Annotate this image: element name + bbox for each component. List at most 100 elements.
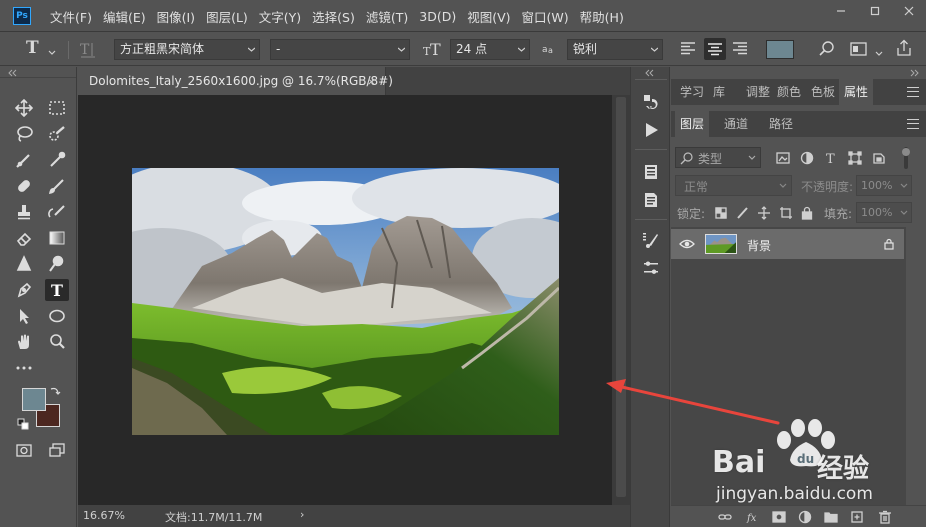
layer-style-fx-icon[interactable]: fx [745,509,761,525]
blend-mode-dropdown[interactable]: 正常 [675,175,792,196]
filter-smart-object-icon[interactable] [871,150,887,166]
panel-menu-icon[interactable] [907,119,919,129]
brush-settings-icon[interactable] [639,229,663,251]
brush-tool-icon[interactable] [45,175,69,197]
gradient-tool-icon[interactable] [45,227,69,249]
clone-stamp-tool-icon[interactable] [12,201,36,223]
lock-all-icon[interactable] [799,205,815,221]
close-icon[interactable] [892,0,926,22]
delete-layer-icon[interactable] [877,509,893,525]
filter-pixel-icon[interactable] [775,150,791,166]
share-icon[interactable] [895,39,913,57]
screen-mode-icon[interactable] [45,439,69,461]
move-tool-icon[interactable] [12,97,36,119]
character-panel-icon[interactable] [639,161,663,183]
eraser-tool-icon[interactable] [12,227,36,249]
filter-shape-icon[interactable] [847,150,863,166]
add-mask-icon[interactable] [771,509,787,525]
dodge-tool-icon[interactable] [45,253,69,275]
filter-toggle[interactable] [900,147,912,169]
tab-layers[interactable]: 图层 [675,111,710,137]
menu-type[interactable]: 文字(Y) [259,7,301,26]
properties-sliders-icon[interactable] [639,257,663,279]
path-selection-tool-icon[interactable] [12,305,36,327]
layer-row[interactable]: 背景 [671,229,904,259]
tab-channels[interactable]: 通道 [719,111,753,137]
tab-properties[interactable]: 属性 [839,79,874,105]
blur-tool-icon[interactable] [12,253,36,275]
tools-panel-header[interactable] [0,67,76,78]
quick-mask-icon[interactable] [12,439,36,461]
quick-selection-tool-icon[interactable] [45,123,69,145]
menu-window[interactable]: 窗口(W) [522,7,569,26]
pen-tool-icon[interactable] [12,279,36,301]
font-family-dropdown[interactable]: 方正粗黑宋简体 [114,39,260,60]
tab-paths[interactable]: 路径 [764,111,798,137]
opacity-input[interactable]: 100% [856,175,912,196]
align-center-icon[interactable] [704,38,726,60]
eyedropper-tool-icon[interactable] [45,149,69,171]
menu-3d[interactable]: 3D(D) [419,9,456,24]
document-tab[interactable]: Dolomites_Italy_2560x1600.jpg @ 16.7%(RG… [78,67,393,95]
lock-image-icon[interactable] [734,205,750,221]
close-tab-icon[interactable]: × [367,75,376,88]
font-size-dropdown[interactable]: 24 点 [450,39,530,60]
more-tools-icon[interactable] [12,357,36,379]
filter-adjustment-icon[interactable] [799,150,815,166]
type-tool-icon[interactable]: T [45,279,69,301]
type-tool-preset-icon[interactable]: T [26,38,39,59]
foreground-color-swatch[interactable] [22,388,46,411]
tab-learn[interactable]: 学习 [675,79,709,105]
workspace-icon[interactable] [850,41,870,57]
eye-icon[interactable] [679,238,695,250]
menu-select[interactable]: 选择(S) [312,7,355,26]
zoom-tool-icon[interactable] [45,331,69,353]
menu-help[interactable]: 帮助(H) [580,7,624,26]
marquee-tool-icon[interactable] [45,97,69,119]
adjustment-layer-icon[interactable] [797,509,813,525]
swap-colors-icon[interactable] [48,384,62,398]
menu-filter[interactable]: 滤镜(T) [366,7,408,26]
history-brush-tool-icon[interactable] [45,201,69,223]
search-icon[interactable] [818,40,836,58]
font-style-dropdown[interactable]: - [270,39,410,60]
filter-type-icon[interactable]: T [823,150,839,166]
actions-play-icon[interactable] [639,119,663,141]
menu-layer[interactable]: 图层(L) [206,7,248,26]
tab-swatches[interactable]: 色板 [806,79,840,105]
panel-menu-icon[interactable] [907,87,919,97]
align-right-icon[interactable] [732,40,750,58]
tab-libraries[interactable]: 库 [708,79,730,105]
status-menu-arrow[interactable]: › [300,508,304,521]
history-icon[interactable] [639,91,663,113]
link-layers-icon[interactable] [717,509,733,525]
restore-icon[interactable] [858,0,892,22]
orientation-toggle-icon[interactable]: T [78,40,98,61]
tab-adjustments[interactable]: 调整 [741,79,775,105]
minimize-icon[interactable] [824,0,858,22]
menu-file[interactable]: 文件(F) [50,7,92,26]
scrollbar-thumb[interactable] [616,97,626,497]
expand-arrows-icon[interactable] [644,69,658,77]
align-left-icon[interactable] [680,40,698,58]
chevron-down-icon[interactable] [48,45,56,55]
menu-image[interactable]: 图像(I) [157,7,195,26]
new-group-icon[interactable] [823,509,839,525]
default-colors-icon[interactable] [16,417,30,431]
tab-color[interactable]: 颜色 [772,79,806,105]
healing-brush-tool-icon[interactable] [12,175,36,197]
lock-transparent-icon[interactable] [713,205,729,221]
zoom-level[interactable]: 16.67% [83,509,125,522]
menu-view[interactable]: 视图(V) [467,7,510,26]
vertical-scrollbar[interactable] [612,95,630,505]
fill-input[interactable]: 100% [856,202,912,223]
menu-edit[interactable]: 编辑(E) [103,7,146,26]
text-color-swatch[interactable] [766,40,794,59]
layer-filter-dropdown[interactable]: 类型 [675,147,761,168]
paragraph-panel-icon[interactable] [639,189,663,211]
layer-name[interactable]: 背景 [747,237,771,254]
crop-tool-icon[interactable] [12,149,36,171]
lock-artboard-icon[interactable] [778,205,794,221]
lock-position-icon[interactable] [756,205,772,221]
ellipse-tool-icon[interactable] [45,305,69,327]
